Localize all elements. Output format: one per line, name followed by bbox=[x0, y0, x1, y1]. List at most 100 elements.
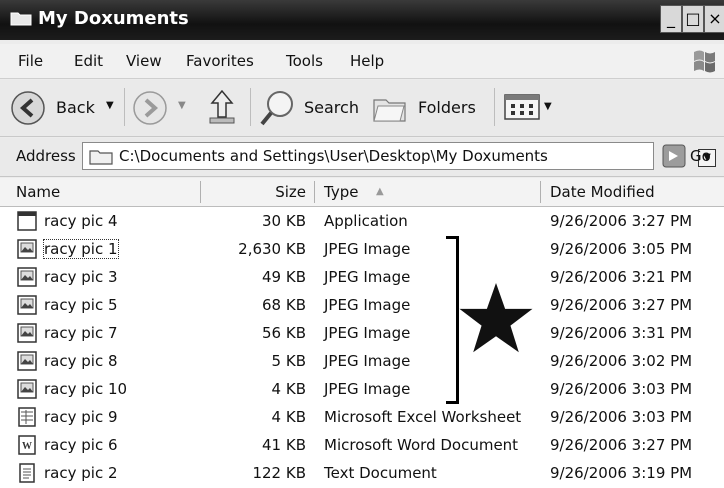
search-button[interactable]: Search bbox=[258, 88, 362, 128]
text-document-icon bbox=[19, 463, 35, 483]
address-path: C:\Documents and Settings\User\Desktop\M… bbox=[119, 147, 548, 165]
file-list: Name Size Type ▲ Date Modified racy pic … bbox=[0, 178, 724, 488]
views-dropdown-icon: ▼ bbox=[544, 101, 552, 112]
file-size: 41 KB bbox=[262, 436, 306, 454]
image-icon bbox=[17, 267, 37, 287]
image-icon bbox=[17, 323, 37, 343]
file-name: racy pic 10 bbox=[44, 380, 128, 398]
file-date-modified: 9/26/2006 3:03 PM bbox=[550, 408, 693, 426]
file-size: 4 KB bbox=[271, 408, 306, 426]
file-size: 4 KB bbox=[271, 380, 306, 398]
file-date-modified: 9/26/2006 3:27 PM bbox=[550, 296, 693, 314]
folders-label: Folders bbox=[418, 98, 476, 117]
file-row[interactable]: racy pic 9 4 KB Microsoft Excel Worksheet 9… bbox=[0, 403, 724, 431]
file-name: racy pic 8 bbox=[44, 352, 118, 370]
folders-button[interactable]: Folders bbox=[372, 88, 484, 128]
toolbar-separator bbox=[250, 88, 251, 126]
image-icon bbox=[17, 379, 37, 399]
up-folder-icon[interactable] bbox=[206, 88, 238, 126]
image-icon bbox=[17, 295, 37, 315]
go-arrow-icon[interactable] bbox=[662, 144, 686, 168]
toolbar-separator bbox=[494, 88, 495, 126]
excel-icon bbox=[18, 407, 36, 427]
maximize-button[interactable]: □ bbox=[682, 5, 704, 33]
address-bar: Address C:\Documents and Settings\User\D… bbox=[0, 138, 724, 177]
file-type: Text Document bbox=[324, 464, 437, 482]
file-row[interactable]: racy pic 5 68 KB JPEG Image 9/26/2006 3:27 … bbox=[0, 291, 724, 319]
search-icon bbox=[260, 91, 293, 126]
file-name: racy pic 6 bbox=[44, 436, 118, 454]
title-bar[interactable]: My Doxuments _ □ × bbox=[0, 0, 724, 40]
back-button[interactable]: Back ▼ bbox=[10, 90, 122, 126]
file-name: racy pic 4 bbox=[44, 212, 118, 230]
file-date-modified: 9/26/2006 3:21 PM bbox=[550, 268, 693, 286]
column-divider[interactable] bbox=[200, 181, 201, 203]
file-type: Application bbox=[324, 212, 408, 230]
word-icon: W bbox=[18, 435, 36, 455]
file-row[interactable]: racy pic 3 49 KB JPEG Image 9/26/2006 3:21 … bbox=[0, 263, 724, 291]
star-icon bbox=[459, 283, 533, 353]
file-date-modified: 9/26/2006 3:27 PM bbox=[550, 212, 693, 230]
folder-icon bbox=[10, 12, 32, 26]
file-size: 68 KB bbox=[262, 296, 306, 314]
file-type: JPEG Image bbox=[324, 268, 411, 286]
file-size: 5 KB bbox=[271, 352, 306, 370]
image-icon bbox=[17, 239, 37, 259]
file-name: racy pic 5 bbox=[44, 296, 118, 314]
menu-file[interactable]: File bbox=[18, 52, 43, 70]
window-controls: _ □ × bbox=[660, 5, 724, 35]
menu-view[interactable]: View bbox=[126, 52, 162, 70]
file-type: Microsoft Excel Worksheet bbox=[324, 408, 522, 426]
search-label: Search bbox=[304, 98, 359, 117]
column-name[interactable]: Name bbox=[16, 183, 60, 201]
go-button[interactable]: Go bbox=[690, 147, 711, 165]
menu-bar: File Edit View Favorites Tools Help bbox=[0, 44, 724, 79]
menu-edit[interactable]: Edit bbox=[74, 52, 103, 70]
image-icon bbox=[17, 351, 37, 371]
file-row[interactable]: racy pic 7 56 KB JPEG Image 9/26/2006 3:31 … bbox=[0, 319, 724, 347]
toolbar-separator bbox=[124, 88, 125, 126]
column-type[interactable]: Type bbox=[324, 183, 358, 201]
column-size[interactable]: Size bbox=[275, 183, 306, 201]
file-size: 30 KB bbox=[262, 212, 306, 230]
file-size: 49 KB bbox=[262, 268, 306, 286]
folders-icon bbox=[373, 99, 406, 122]
column-divider[interactable] bbox=[540, 181, 541, 203]
file-size: 122 KB bbox=[252, 464, 306, 482]
file-row[interactable]: Wracy pic 6 41 KB Microsoft Word Document 9… bbox=[0, 431, 724, 459]
file-row[interactable]: racy pic 4 30 KB Application 9/26/2006 3:27… bbox=[0, 207, 724, 235]
file-row[interactable]: racy pic 2 122 KB Text Document 9/26/2006 3… bbox=[0, 459, 724, 487]
file-type: Microsoft Word Document bbox=[324, 436, 519, 454]
file-name: racy pic 2 bbox=[44, 464, 118, 482]
file-row[interactable]: racy pic 1 2,630 KB JPEG Image 9/26/2006 3:… bbox=[0, 235, 724, 263]
file-date-modified: 9/26/2006 3:31 PM bbox=[550, 324, 693, 342]
file-name: racy pic 3 bbox=[44, 268, 118, 286]
windows-logo-icon bbox=[694, 50, 715, 73]
toolbar: Back ▼ ▼ Search Folders ▼ bbox=[0, 80, 724, 137]
column-header: Name Size Type ▲ Date Modified bbox=[0, 178, 724, 207]
back-dropdown-icon[interactable]: ▼ bbox=[106, 100, 114, 111]
file-date-modified: 9/26/2006 3:02 PM bbox=[550, 352, 693, 370]
address-field[interactable]: C:\Documents and Settings\User\Desktop\M… bbox=[82, 142, 716, 170]
file-size: 2,630 KB bbox=[238, 240, 306, 258]
menu-tools[interactable]: Tools bbox=[286, 52, 323, 70]
sort-ascending-icon: ▲ bbox=[376, 186, 384, 197]
menu-help[interactable]: Help bbox=[350, 52, 384, 70]
forward-arrow-icon[interactable] bbox=[132, 90, 168, 126]
file-name: racy pic 9 bbox=[44, 408, 118, 426]
address-label: Address bbox=[16, 147, 76, 165]
file-date-modified: 9/26/2006 3:19 PM bbox=[550, 464, 693, 482]
column-date-modified[interactable]: Date Modified bbox=[550, 183, 655, 201]
minimize-button[interactable]: _ bbox=[660, 5, 682, 33]
column-divider[interactable] bbox=[314, 181, 315, 203]
views-button[interactable]: ▼ bbox=[502, 92, 558, 124]
file-row[interactable]: racy pic 10 4 KB JPEG Image 9/26/2006 3:03 … bbox=[0, 375, 724, 403]
file-name: racy pic 1 bbox=[43, 239, 119, 259]
file-row[interactable]: racy pic 8 5 KB JPEG Image 9/26/2006 3:02 P… bbox=[0, 347, 724, 375]
close-button[interactable]: × bbox=[704, 5, 724, 33]
folder-icon bbox=[89, 150, 113, 165]
svg-text:W: W bbox=[22, 441, 32, 452]
forward-dropdown-icon[interactable]: ▼ bbox=[178, 100, 186, 111]
application-icon bbox=[17, 211, 37, 231]
menu-favorites[interactable]: Favorites bbox=[186, 52, 254, 70]
